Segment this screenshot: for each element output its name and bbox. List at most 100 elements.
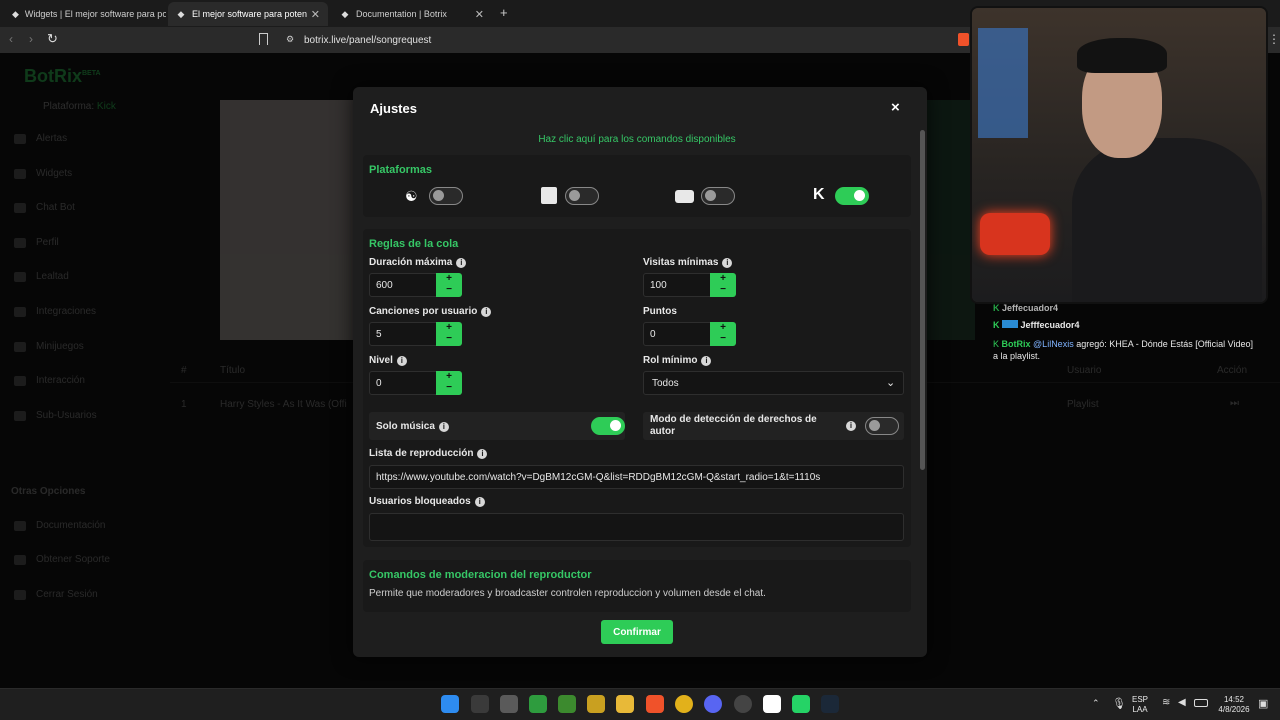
queue-rules-title: Reglas de la cola: [369, 238, 459, 250]
chevron-up-icon[interactable]: ⌃: [1092, 698, 1100, 709]
store-icon[interactable]: [500, 695, 518, 713]
kick-icon: K: [993, 339, 1000, 349]
moderation-description: Permite que moderadores y broadcaster co…: [369, 588, 766, 599]
queue-rules-section: Reglas de la cola Duración máxima i 600 +…: [363, 229, 911, 547]
music-only-toggle[interactable]: [591, 417, 625, 435]
songs-per-user-input[interactable]: 5: [369, 322, 437, 346]
kick-toggle[interactable]: [835, 187, 869, 205]
notification-icon[interactable]: ▣: [1258, 697, 1268, 710]
clock-time: 14:52: [1223, 695, 1245, 704]
chat-line: K Jefffecuador4: [993, 320, 1080, 330]
red-lamp: [980, 213, 1050, 255]
info-icon[interactable]: i: [438, 421, 449, 432]
back-icon[interactable]: ‹: [9, 32, 13, 46]
task-view-icon[interactable]: [471, 695, 489, 713]
poster: [978, 28, 1028, 138]
whatsapp-icon[interactable]: [792, 695, 810, 713]
moderation-section: Comandos de moderacion del reproductor P…: [363, 560, 911, 612]
botrix-favicon-icon: ◆: [177, 9, 185, 19]
label-text: Puntos: [643, 306, 677, 317]
forward-icon[interactable]: ›: [29, 32, 33, 46]
chrome-icon[interactable]: [675, 695, 693, 713]
close-tab-icon[interactable]: ✕: [475, 8, 484, 21]
brave-browser-icon[interactable]: [646, 695, 664, 713]
music-only-label: Solo música i: [376, 421, 449, 432]
kick-icon: K: [993, 320, 1000, 330]
copyright-toggle[interactable]: [865, 417, 899, 435]
modal-title: Ajustes: [370, 101, 417, 116]
points-label: Puntos: [643, 306, 677, 317]
min-role-label: Rol mínimo i: [643, 355, 712, 366]
ghost-platform-toggle[interactable]: [429, 187, 463, 205]
obs-icon[interactable]: [734, 695, 752, 713]
reload-icon[interactable]: ↻: [47, 31, 58, 47]
bookmark-icon[interactable]: [259, 33, 268, 45]
game-launcher-icon[interactable]: [587, 695, 605, 713]
info-icon[interactable]: i: [481, 306, 492, 317]
discord-icon[interactable]: [704, 695, 722, 713]
taskbar: ⌃ 🎙 ESP LAA ≋ ◀ 14:52 4/8/2026 ▣: [0, 688, 1280, 720]
brave-shield-icon[interactable]: [958, 33, 969, 46]
blocked-users-label: Usuarios bloqueados i: [369, 496, 485, 507]
level-stepper[interactable]: + −: [436, 371, 462, 395]
minecraft-icon[interactable]: [558, 695, 576, 713]
info-icon[interactable]: i: [846, 421, 856, 431]
platforms-title: Plataformas: [369, 164, 432, 176]
chevron-down-icon: ⌄: [886, 377, 896, 389]
wifi-icon[interactable]: ≋: [1162, 697, 1170, 708]
playlist-label: Lista de reproducción i: [369, 448, 488, 459]
chat-message: agregó: KHEA - Dónde Estás [Official Vid…: [1073, 339, 1253, 349]
level-input[interactable]: 0: [369, 371, 437, 395]
browser-tab[interactable]: ◆ Widgets | El mejor software para pot: [4, 2, 166, 26]
min-role-select[interactable]: Todos ⌄: [643, 371, 904, 395]
blocked-users-input[interactable]: [369, 513, 904, 541]
badge-icon: [1002, 320, 1019, 328]
battery-icon[interactable]: [1194, 699, 1208, 707]
music-only-row: Solo música i: [369, 412, 625, 440]
xbox-icon[interactable]: [529, 695, 547, 713]
copyright-label: Modo de detección de derechos de autor: [650, 414, 817, 437]
browser-tab-active[interactable]: ◆ El mejor software para poten ✕: [168, 2, 328, 26]
toggle-knob: [869, 420, 880, 431]
label-text: Canciones por usuario: [369, 306, 478, 317]
points-stepper[interactable]: + −: [710, 322, 736, 346]
microphone-icon[interactable]: 🎙: [1112, 697, 1126, 710]
min-views-input[interactable]: 100: [643, 273, 711, 297]
confirm-button[interactable]: Confirmar: [601, 620, 673, 644]
language-indicator[interactable]: ESP LAA: [1132, 695, 1148, 715]
points-input[interactable]: 0: [643, 322, 711, 346]
modal-scrollbar[interactable]: [920, 130, 925, 470]
label-text: Rol mínimo: [643, 355, 698, 366]
info-icon[interactable]: i: [722, 257, 733, 268]
capcut-icon[interactable]: [763, 695, 781, 713]
max-duration-stepper[interactable]: + −: [436, 273, 462, 297]
playlist-input[interactable]: https://www.youtube.com/watch?v=DgBM12cG…: [369, 465, 904, 489]
botrix-favicon-icon: ◆: [341, 9, 349, 19]
url-field[interactable]: botrix.live/panel/songrequest: [278, 30, 948, 50]
chat-username: Jefffecuador4: [1020, 320, 1080, 330]
close-tab-icon[interactable]: ✕: [311, 8, 320, 21]
info-icon[interactable]: i: [396, 355, 407, 366]
close-icon[interactable]: ×: [891, 99, 900, 116]
songs-per-user-stepper[interactable]: + −: [436, 322, 462, 346]
windows-start-icon[interactable]: [441, 695, 459, 713]
clock[interactable]: 14:52 4/8/2026: [1216, 695, 1252, 715]
copyright-row: Modo de detección de derechos de autor i: [643, 412, 904, 440]
twitch-toggle[interactable]: [565, 187, 599, 205]
info-icon[interactable]: i: [456, 257, 467, 268]
commands-link[interactable]: Haz clic aquí para los comandos disponib…: [353, 134, 921, 145]
youtube-toggle[interactable]: [701, 187, 735, 205]
label-text: Usuarios bloqueados: [369, 496, 471, 507]
menu-icon[interactable]: ⋮: [1268, 32, 1280, 46]
volume-icon[interactable]: ◀: [1178, 697, 1186, 708]
browser-tab[interactable]: ◆ Documentation | Botrix ✕: [332, 2, 492, 26]
max-duration-input[interactable]: 600: [369, 273, 437, 297]
label-text: Lista de reproducción: [369, 448, 474, 459]
info-icon[interactable]: i: [474, 496, 485, 507]
file-explorer-icon[interactable]: [616, 695, 634, 713]
steam-icon[interactable]: [821, 695, 839, 713]
info-icon[interactable]: i: [477, 448, 488, 459]
min-views-stepper[interactable]: + −: [710, 273, 736, 297]
info-icon[interactable]: i: [701, 355, 712, 366]
new-tab-button[interactable]: +: [500, 5, 508, 20]
